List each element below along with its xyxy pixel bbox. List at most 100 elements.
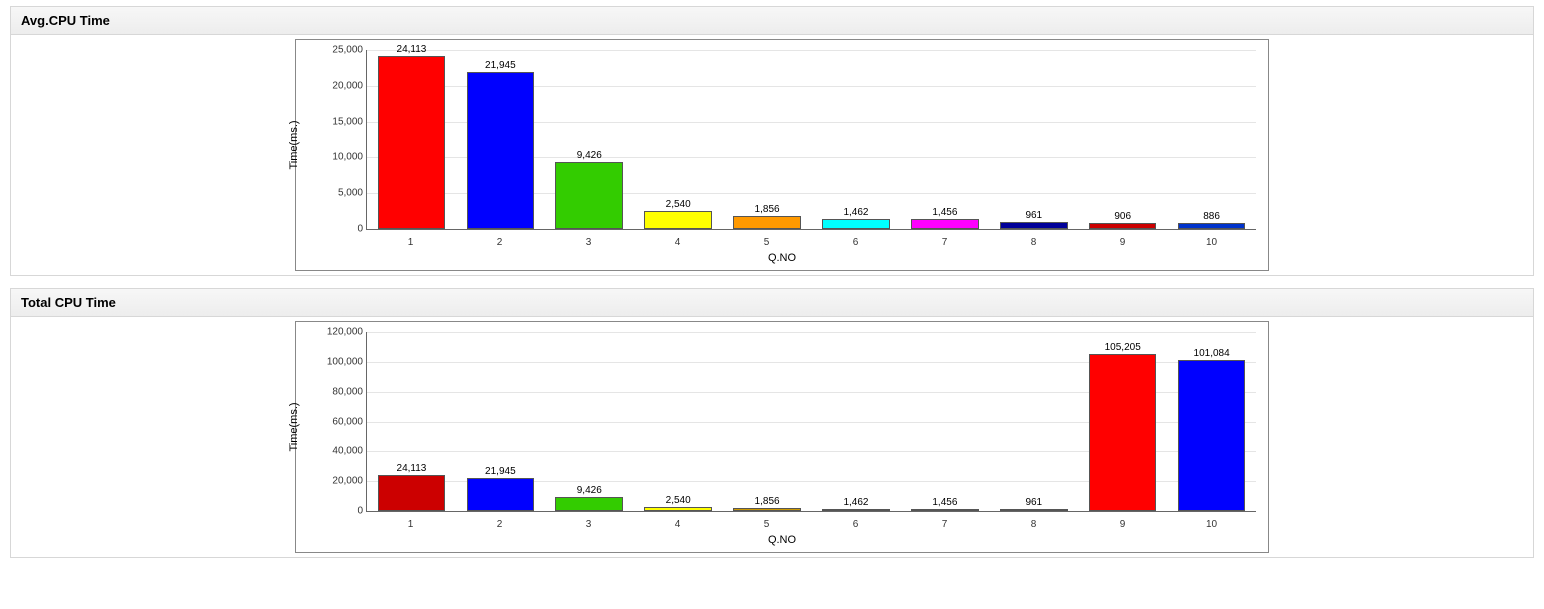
y-tick-label: 0	[357, 224, 367, 235]
plot-area: 05,00010,00015,00020,00025,00024,11321,9…	[366, 50, 1256, 230]
bar: 21,945	[467, 72, 535, 229]
x-tick-label: 8	[989, 519, 1078, 530]
y-tick-label: 60,000	[332, 416, 367, 427]
panel-body: Time(ms.)05,00010,00015,00020,00025,0002…	[11, 35, 1533, 275]
bar: 9,426	[555, 497, 623, 511]
x-tick-label: 1	[366, 519, 455, 530]
x-tick-label: 7	[900, 237, 989, 248]
x-axis-label: Q.NO	[296, 250, 1268, 270]
bar-slot: 1,456	[900, 332, 989, 511]
x-tick-label: 3	[544, 519, 633, 530]
bar: 1,856	[733, 216, 801, 229]
bar-value-label: 24,113	[379, 463, 445, 474]
bar-value-label: 961	[1001, 497, 1067, 508]
y-tick-label: 15,000	[332, 116, 367, 127]
bar-value-label: 1,856	[734, 496, 800, 507]
bar-slot: 1,456	[900, 50, 989, 229]
bar-slot: 1,856	[723, 50, 812, 229]
bar-value-label: 2,540	[645, 199, 711, 210]
y-tick-label: 40,000	[332, 446, 367, 457]
bar-slot: 1,462	[812, 50, 901, 229]
x-tick-label: 2	[455, 237, 544, 248]
bar: 1,462	[822, 509, 890, 511]
bar: 1,856	[733, 508, 801, 511]
bar-slot: 906	[1078, 50, 1167, 229]
chart-total: Time(ms.)020,00040,00060,00080,000100,00…	[295, 321, 1269, 553]
bar: 886	[1178, 223, 1246, 229]
x-tick-label: 10	[1167, 237, 1256, 248]
bar-slot: 961	[989, 50, 1078, 229]
x-axis-label: Q.NO	[296, 532, 1268, 552]
x-tick-label: 7	[900, 519, 989, 530]
bar-value-label: 9,426	[556, 485, 622, 496]
x-tick-label: 6	[811, 237, 900, 248]
bar-slot: 2,540	[634, 50, 723, 229]
bar-value-label: 1,462	[823, 497, 889, 508]
panel-total: Total CPU TimeTime(ms.)020,00040,00060,0…	[10, 288, 1534, 558]
bar: 1,456	[911, 219, 979, 229]
x-ticks: 12345678910	[366, 237, 1256, 248]
y-axis-label: Time(ms.)	[288, 402, 300, 451]
x-tick-label: 6	[811, 519, 900, 530]
x-tick-label: 3	[544, 237, 633, 248]
x-tick-label: 5	[722, 237, 811, 248]
bar-slot: 24,113	[367, 332, 456, 511]
y-tick-label: 100,000	[327, 356, 367, 367]
bar: 961	[1000, 509, 1068, 511]
bar-value-label: 9,426	[556, 150, 622, 161]
x-tick-label: 4	[633, 237, 722, 248]
x-tick-label: 10	[1167, 519, 1256, 530]
x-tick-label: 9	[1078, 237, 1167, 248]
bar-value-label: 21,945	[468, 60, 534, 71]
bar-value-label: 961	[1001, 210, 1067, 221]
bar-slot: 9,426	[545, 332, 634, 511]
bar: 2,540	[644, 211, 712, 229]
bar: 2,540	[644, 507, 712, 511]
x-tick-label: 9	[1078, 519, 1167, 530]
bar-slot: 21,945	[456, 50, 545, 229]
bar: 961	[1000, 222, 1068, 229]
y-tick-label: 5,000	[338, 188, 367, 199]
bar-value-label: 906	[1090, 211, 1156, 222]
y-axis-label: Time(ms.)	[288, 120, 300, 169]
bar-value-label: 1,462	[823, 207, 889, 218]
bar: 1,462	[822, 219, 890, 229]
bars-container: 24,113 21,945 9,426 2,540 1,856 1,462 1,456 961…	[367, 332, 1256, 511]
bar-value-label: 1,856	[734, 204, 800, 215]
bar-value-label: 24,113	[379, 44, 445, 55]
bar-value-label: 1,456	[912, 497, 978, 508]
y-tick-label: 80,000	[332, 386, 367, 397]
y-tick-label: 120,000	[327, 327, 367, 338]
bar-slot: 1,856	[723, 332, 812, 511]
y-tick-label: 25,000	[332, 45, 367, 56]
bar-slot: 21,945	[456, 332, 545, 511]
bar-value-label: 886	[1179, 211, 1245, 222]
panel-avg: Avg.CPU TimeTime(ms.)05,00010,00015,0002…	[10, 6, 1534, 276]
bar-value-label: 2,540	[645, 495, 711, 506]
x-tick-label: 1	[366, 237, 455, 248]
bar: 24,113	[378, 56, 446, 229]
x-tick-label: 5	[722, 519, 811, 530]
bar-slot: 9,426	[545, 50, 634, 229]
bar-slot: 24,113	[367, 50, 456, 229]
plot-area: 020,00040,00060,00080,000100,000120,0002…	[366, 332, 1256, 512]
bar-slot: 961	[989, 332, 1078, 511]
bar-slot: 2,540	[634, 332, 723, 511]
y-tick-label: 0	[357, 506, 367, 517]
panel-title: Avg.CPU Time	[11, 7, 1533, 35]
x-ticks: 12345678910	[366, 519, 1256, 530]
bars-container: 24,113 21,945 9,426 2,540 1,856 1,462 1,456 961…	[367, 50, 1256, 229]
x-tick-label: 8	[989, 237, 1078, 248]
bar-slot: 886	[1167, 50, 1256, 229]
bar: 24,113	[378, 475, 446, 511]
y-tick-label: 10,000	[332, 152, 367, 163]
bar-slot: 105,205	[1078, 332, 1167, 511]
bar: 101,084	[1178, 360, 1246, 511]
bar-value-label: 21,945	[468, 466, 534, 477]
bar-value-label: 1,456	[912, 207, 978, 218]
bar: 1,456	[911, 509, 979, 511]
bar: 906	[1089, 223, 1157, 229]
y-tick-label: 20,000	[332, 80, 367, 91]
bar-slot: 101,084	[1167, 332, 1256, 511]
bar: 21,945	[467, 478, 535, 511]
